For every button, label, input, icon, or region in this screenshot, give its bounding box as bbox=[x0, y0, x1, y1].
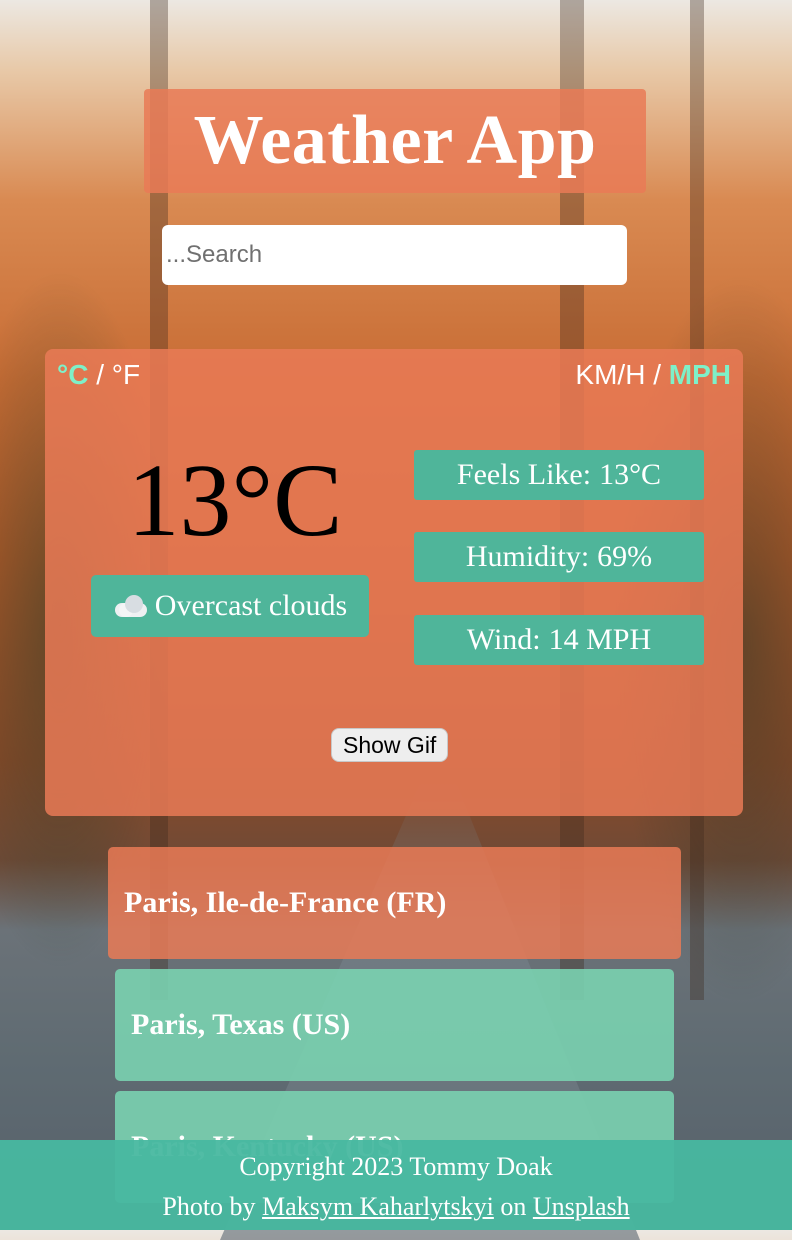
weather-card: °C / °F KM/H / MPH 13°C Overcast clouds … bbox=[45, 349, 743, 816]
temp-unit-toggle: °C / °F bbox=[57, 359, 140, 391]
title-banner: Weather App bbox=[144, 89, 646, 193]
page-title: Weather App bbox=[193, 102, 597, 179]
show-gif-button[interactable]: Show Gif bbox=[331, 728, 449, 762]
search-result-item[interactable]: Paris, Texas (US) bbox=[115, 969, 674, 1081]
photo-credit: Photo by Maksym Kaharlytskyi on Unsplash bbox=[0, 1192, 792, 1222]
wind-label: Wind: bbox=[466, 623, 541, 656]
fahrenheit-toggle[interactable]: °F bbox=[112, 359, 140, 390]
humidity-label: Humidity: bbox=[465, 540, 590, 573]
unsplash-link[interactable]: Unsplash bbox=[533, 1192, 630, 1221]
current-temperature: 13°C bbox=[127, 443, 343, 558]
footer: Copyright 2023 Tommy Doak Photo by Maksy… bbox=[0, 1140, 792, 1230]
wind-stat: Wind: 14 MPH bbox=[414, 615, 704, 665]
celsius-toggle[interactable]: °C bbox=[57, 359, 88, 390]
feels-like-value: 13°C bbox=[599, 458, 662, 491]
search-result-item[interactable]: Paris, Ile-de-France (FR) bbox=[108, 847, 681, 959]
feels-like-stat: Feels Like: 13°C bbox=[414, 450, 704, 500]
feels-like-label: Feels Like: bbox=[456, 458, 592, 491]
photo-by-text: Photo by bbox=[162, 1192, 256, 1221]
cloud-icon bbox=[113, 595, 149, 617]
humidity-stat: Humidity: 69% bbox=[414, 532, 704, 582]
copyright-text: Copyright 2023 Tommy Doak bbox=[239, 1152, 553, 1181]
wind-value: 14 MPH bbox=[548, 623, 652, 656]
unit-separator: / bbox=[653, 359, 661, 390]
speed-unit-toggle: KM/H / MPH bbox=[575, 359, 731, 391]
unit-separator: / bbox=[96, 359, 104, 390]
photographer-link[interactable]: Maksym Kaharlytskyi bbox=[262, 1192, 494, 1221]
humidity-value: 69% bbox=[597, 540, 653, 573]
on-text: on bbox=[500, 1192, 527, 1221]
search-input[interactable] bbox=[162, 225, 627, 285]
mph-toggle[interactable]: MPH bbox=[669, 359, 731, 390]
kmh-toggle[interactable]: KM/H bbox=[575, 359, 645, 390]
condition-badge: Overcast clouds bbox=[91, 575, 369, 637]
condition-text: Overcast clouds bbox=[154, 589, 348, 622]
